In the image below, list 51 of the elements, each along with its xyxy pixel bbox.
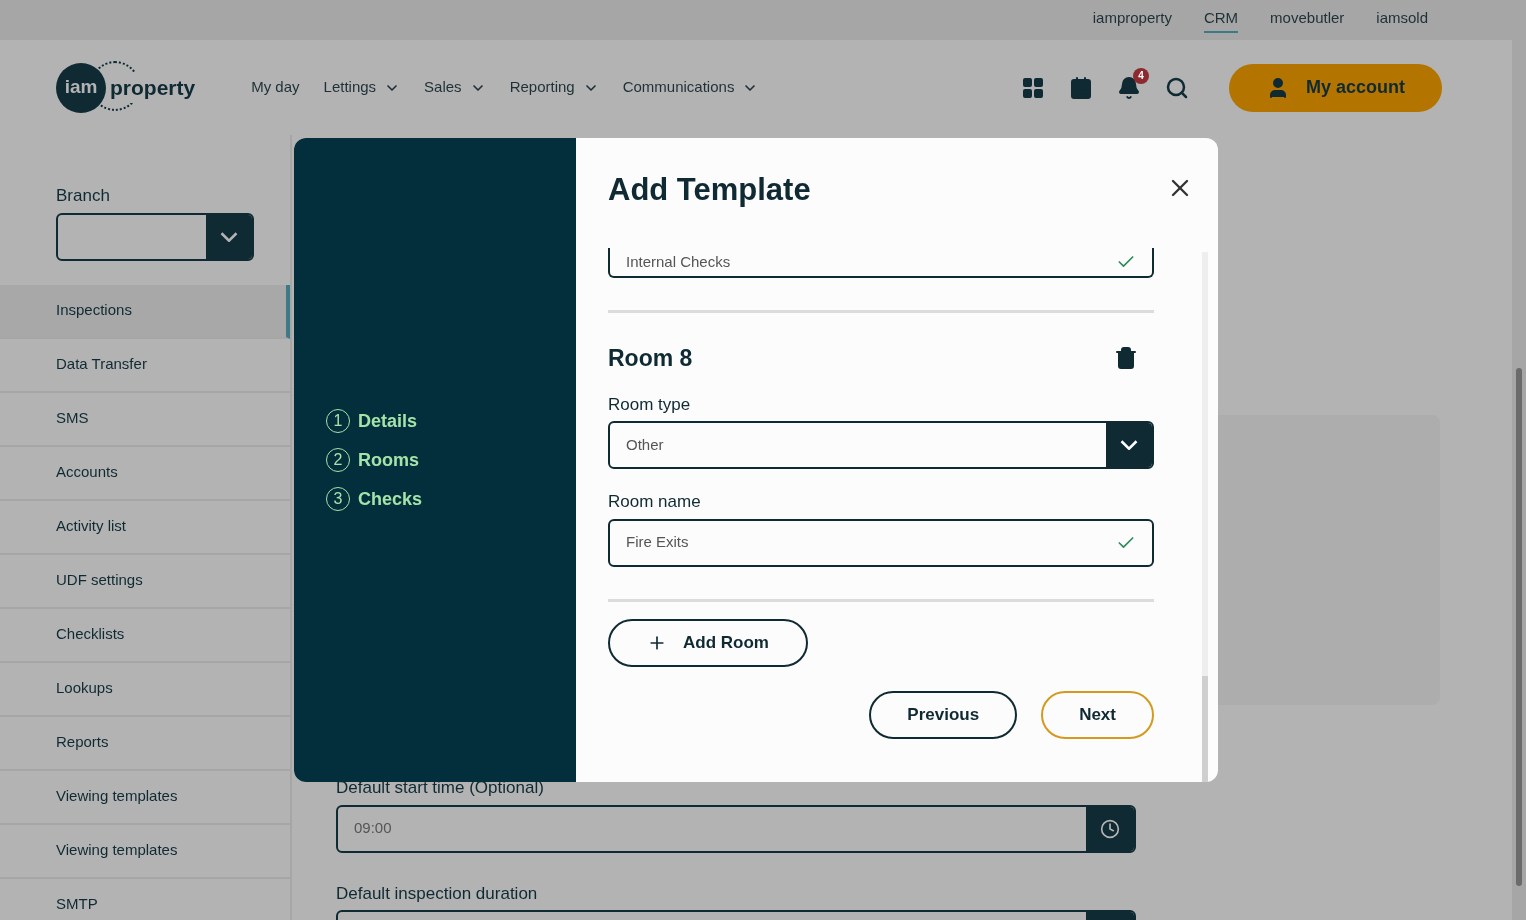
room-title: Room 8 [608, 344, 693, 373]
dialog-title: Add Template [608, 171, 811, 209]
previous-button[interactable]: Previous [869, 690, 1018, 739]
notification-count: 4 [1133, 67, 1149, 84]
add-room-button[interactable]: Add Room [608, 618, 808, 667]
search-icon[interactable] [1165, 75, 1189, 100]
calendar-icon[interactable] [1069, 75, 1093, 100]
account-button[interactable]: My account [1229, 63, 1442, 112]
site-link[interactable]: CRM [1203, 6, 1239, 34]
nav-item[interactable]: Reporting [509, 76, 599, 99]
field-label: Branch [56, 185, 111, 207]
branch-select[interactable] [56, 212, 254, 261]
field-label: Default start time (Optional) [336, 777, 545, 799]
trash-icon[interactable] [1114, 346, 1138, 371]
step-link[interactable]: 1 Details [326, 407, 576, 435]
sidebar-item[interactable]: SMS [0, 392, 290, 447]
sidebar-item[interactable]: Viewing templates [0, 824, 290, 879]
start-time-field[interactable]: 09:00 [336, 804, 1136, 853]
sidebar-item[interactable]: Viewing templates [0, 770, 290, 825]
room-name-field[interactable]: Fire Exits [608, 518, 1154, 567]
room-name-field[interactable]: Internal Checks [608, 248, 1154, 278]
site-link[interactable]: iamproperty [1092, 6, 1172, 34]
sidebar-item[interactable]: SMTP [0, 878, 290, 920]
next-button[interactable]: Next [1041, 690, 1154, 739]
clock-icon[interactable] [1100, 818, 1120, 839]
nav-item[interactable]: My day [251, 76, 300, 99]
field-label: Default inspection duration [336, 882, 539, 905]
scrollbar[interactable] [1202, 252, 1208, 782]
step-link[interactable]: 3 Checks [326, 485, 576, 513]
site-link[interactable]: movebutler [1270, 6, 1345, 34]
scrollbar[interactable] [1512, 0, 1526, 920]
sidebar-item[interactable]: Data Transfer [0, 338, 290, 393]
field-label: Room name [608, 491, 702, 513]
field-label: Room type [608, 393, 692, 416]
sidebar-item[interactable]: Reports [0, 716, 290, 771]
nav-item[interactable]: Communications [622, 76, 759, 99]
sidebar-item[interactable]: Activity list [0, 500, 290, 555]
sidebar-item[interactable]: Lookups [0, 662, 290, 717]
apps-grid-icon[interactable] [1021, 75, 1045, 100]
room-type-select[interactable]: Other [608, 421, 1154, 469]
nav-item[interactable]: Lettings [323, 76, 401, 99]
chevron-down-icon [1120, 440, 1138, 450]
nav-item[interactable]: Sales [424, 76, 486, 99]
sidebar-item[interactable]: UDF settings [0, 554, 290, 609]
sidebar-item[interactable]: Accounts [0, 446, 290, 501]
step-link[interactable]: 2 Rooms [326, 446, 576, 474]
logo[interactable]: iam property [56, 62, 196, 113]
chevron-down-icon [220, 231, 238, 242]
site-link[interactable]: iamsold [1376, 6, 1428, 34]
sidebar-item[interactable]: Checklists [0, 608, 290, 663]
sidebar-item[interactable]: Inspections [0, 284, 290, 339]
